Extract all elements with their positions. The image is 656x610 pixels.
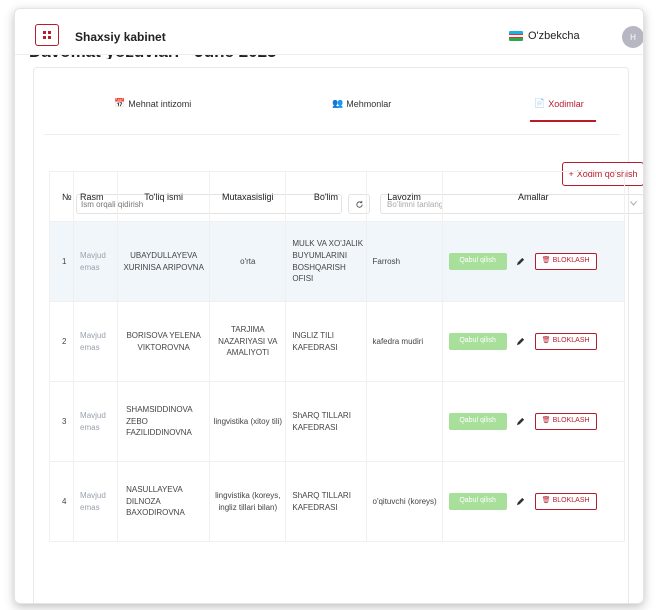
block-button[interactable]: 🗑 BLOKLASH xyxy=(534,253,597,270)
row-photo: Mavjud emas xyxy=(73,221,119,302)
language-label: O'zbekcha xyxy=(528,30,580,42)
users-icon: 👥 xyxy=(332,98,344,108)
trash-icon: 🗑 xyxy=(541,497,551,505)
row-department: ShARQ TILLARI KAFEDRASI xyxy=(285,461,367,542)
document-icon: 📄 xyxy=(534,98,546,108)
pencil-icon xyxy=(517,497,525,506)
col-speciality: Mutaxasisligi xyxy=(209,171,287,222)
employees-table: № Rasm To'liq ismi Mutaxasisligi Bo'lim … xyxy=(48,171,626,542)
row-department: MULK VA XO'JALIK BUYUMLARINI BOSHQARISH … xyxy=(285,221,367,302)
calendar-icon: 📅 xyxy=(114,98,126,108)
tab-label: Xodimlar xyxy=(548,98,584,109)
row-actions: Qabul qilish 🗑 BLOKLASH xyxy=(441,301,626,382)
chevron-down-icon xyxy=(630,201,637,206)
uzbek-flag-icon xyxy=(509,31,523,41)
col-department: Bo'lim xyxy=(285,171,367,222)
col-position: Lavozim xyxy=(365,171,443,222)
app-title: Shaxsiy kabinet xyxy=(75,30,166,44)
row-speciality: TARJIMA NAZARIYASI VA AMALIYOTI xyxy=(209,301,287,382)
block-label: BLOKLASH xyxy=(552,417,590,425)
pencil-icon xyxy=(517,257,525,266)
avatar[interactable]: H xyxy=(622,26,643,48)
top-bar: Shaxsiy kabinet O'zbekcha H xyxy=(15,9,643,55)
row-position: o'qituvchi (koreys) xyxy=(365,461,443,542)
edit-button[interactable] xyxy=(515,416,527,428)
trash-icon: 🗑 xyxy=(541,417,551,425)
row-number: 4 xyxy=(48,461,75,542)
block-label: BLOKLASH xyxy=(552,337,590,345)
row-full-name: SHAMSIDDINOVA ZEBO FAZILIDDINOVNA xyxy=(117,381,211,462)
col-full-name: To'liq ismi xyxy=(117,171,211,222)
pencil-icon xyxy=(517,337,525,346)
accept-button[interactable]: Qabul qilish xyxy=(448,253,507,270)
col-actions: Amallar xyxy=(441,171,626,222)
row-full-name: UBAYDULLAYEVA XURINISA ARIPOVNA xyxy=(117,221,211,302)
row-department: ShARQ TILLARI KAFEDRASI xyxy=(285,381,367,462)
row-position: Farrosh xyxy=(365,221,443,302)
block-button[interactable]: 🗑 BLOKLASH xyxy=(534,413,597,430)
table-header-row: № Rasm To'liq ismi Mutaxasisligi Bo'lim … xyxy=(48,171,626,222)
block-label: BLOKLASH xyxy=(552,257,590,265)
block-label: BLOKLASH xyxy=(552,497,590,505)
table-row: 1 Mavjud emas UBAYDULLAYEVA XURINISA ARI… xyxy=(48,221,626,302)
table-row: 3 Mavjud emas SHAMSIDDINOVA ZEBO FAZILID… xyxy=(48,381,626,462)
col-number: № xyxy=(48,171,75,222)
trash-icon: 🗑 xyxy=(541,257,551,265)
row-number: 1 xyxy=(48,221,75,302)
block-button[interactable]: 🗑 BLOKLASH xyxy=(534,333,597,350)
tab-label: Mehnat intizomi xyxy=(128,98,192,109)
row-speciality: lingvistika (xitoy tili) xyxy=(209,381,287,462)
row-full-name: NASULLAYEVA DILNOZA BAXODIROVNA xyxy=(117,461,211,542)
pencil-icon xyxy=(517,417,525,426)
row-photo: Mavjud emas xyxy=(73,381,119,462)
table-row: 4 Mavjud emas NASULLAYEVA DILNOZA BAXODI… xyxy=(48,461,626,542)
tab-mehmonlar[interactable]: 👥 Mehmonlar xyxy=(332,98,391,109)
edit-button[interactable] xyxy=(515,256,527,268)
menu-toggle-button[interactable] xyxy=(35,24,59,46)
active-tab-indicator xyxy=(530,120,596,122)
row-actions: Qabul qilish 🗑 BLOKLASH xyxy=(441,381,626,462)
tab-bar: 📅 Mehnat intizomi 👥 Mehmonlar 📄 Xodimlar xyxy=(34,90,628,122)
grid-icon xyxy=(43,31,51,39)
row-department: INGLIZ TILI KAFEDRASI xyxy=(285,301,367,382)
row-actions: Qabul qilish 🗑 BLOKLASH xyxy=(441,221,626,302)
edit-button[interactable] xyxy=(515,336,527,348)
row-speciality: o'rta xyxy=(209,221,287,302)
row-photo: Mavjud emas xyxy=(73,461,119,542)
table-row: 2 Mavjud emas BORISOVA YELENA VIKTOROVNA… xyxy=(48,301,626,382)
row-position xyxy=(365,381,443,462)
divider xyxy=(44,134,620,135)
row-full-name: BORISOVA YELENA VIKTOROVNA xyxy=(117,301,211,382)
tab-mehnat-intizomi[interactable]: 📅 Mehnat intizomi xyxy=(114,98,191,109)
row-number: 3 xyxy=(48,381,75,462)
row-photo: Mavjud emas xyxy=(73,301,119,382)
edit-button[interactable] xyxy=(515,496,527,508)
accept-button[interactable]: Qabul qilish xyxy=(448,333,507,350)
block-button[interactable]: 🗑 BLOKLASH xyxy=(534,493,597,510)
language-selector[interactable]: O'zbekcha xyxy=(509,30,580,42)
row-speciality: lingvistika (koreys, ingliz tillari bila… xyxy=(209,461,287,542)
row-actions: Qabul qilish 🗑 BLOKLASH xyxy=(441,461,626,542)
accept-button[interactable]: Qabul qilish xyxy=(448,493,507,510)
tab-label: Mehmonlar xyxy=(346,98,392,109)
tab-xodimlar[interactable]: 📄 Xodimlar xyxy=(534,98,584,109)
col-photo: Rasm xyxy=(73,171,119,222)
trash-icon: 🗑 xyxy=(541,337,551,345)
app-window: Shaxsiy kabinet O'zbekcha H Davomat yozu… xyxy=(14,8,644,604)
accept-button[interactable]: Qabul qilish xyxy=(448,413,507,430)
row-number: 2 xyxy=(48,301,75,382)
row-position: kafedra mudiri xyxy=(365,301,443,382)
